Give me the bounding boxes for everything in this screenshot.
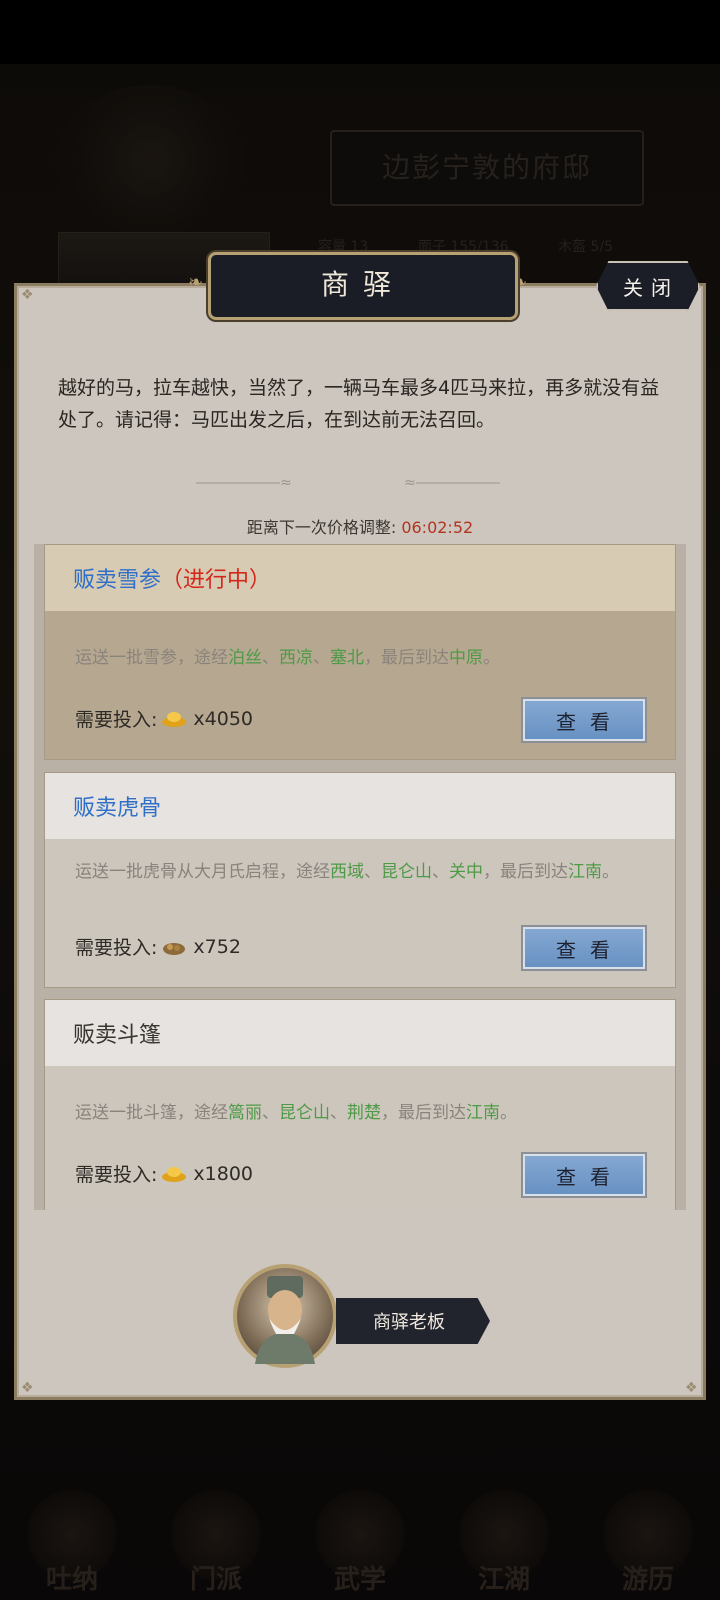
trade-card-snow-ginseng: 贩卖雪参 （进行中） 运送一批雪参，途经泊丝、西凉、塞北，最后到达中原。 需要投… [44,544,676,760]
trade-card-cloak: 贩卖斗篷 运送一批斗篷，途经篙丽、昆仑山、荆楚，最后到达江南。 需要投入: x1… [44,999,676,1210]
view-button-label: 查看 [556,709,624,734]
route-text: 、 [432,862,449,882]
timer-value: 06:02:52 [401,518,474,537]
npc-name-tag: 商驿老板 [336,1298,490,1344]
corner-ornament-icon: ❖ [21,287,34,303]
dialog-description: 越好的马，拉车越快，当然了，一辆马车最多4匹马来拉，再多就没有益处了。请记得：马… [58,377,660,431]
route-text: ，最后到达 [364,648,449,668]
route-text: ，最后到达 [483,862,568,882]
card-title: 贩卖虎骨 [73,796,162,821]
invest-row: 需要投入: x4050 [75,705,253,732]
route-place: 江南 [568,862,602,882]
timer-label: 距离下一次价格调整: [246,518,397,537]
card-route: 运送一批雪参，途经泊丝、西凉、塞北，最后到达中原。 [75,643,675,668]
divider-ornament-right: ≈―――――― [404,475,500,491]
trade-card-tiger-bone: 贩卖虎骨 运送一批虎骨从大月氏启程，途经西域、昆仑山、关中，最后到达江南。 需要… [44,772,676,988]
old-merchant-icon [255,1276,315,1364]
route-text: 。 [500,1103,517,1123]
divider-ornament-left: ――――――≈ [196,475,292,491]
invest-label: 需要投入: [75,937,158,959]
close-button-label: 关闭 [623,275,679,300]
card-body: 运送一批雪参，途经泊丝、西凉、塞北，最后到达中原。 [45,611,675,668]
route-place: 荆楚 [347,1103,381,1123]
invest-amount: x752 [193,935,241,958]
card-route: 运送一批斗篷，途经篙丽、昆仑山、荆楚，最后到达江南。 [75,1098,675,1123]
card-header: 贩卖斗篷 [45,1000,675,1066]
corner-ornament-icon: ❖ [21,1380,34,1396]
close-button[interactable]: 关闭 [596,261,700,311]
trade-list[interactable]: 贩卖雪参 （进行中） 运送一批雪参，途经泊丝、西凉、塞北，最后到达中原。 需要投… [34,544,686,1210]
invest-label: 需要投入: [75,709,158,731]
card-status: （进行中） [161,568,272,593]
card-header: 贩卖雪参 （进行中） [45,545,675,611]
view-button-label: 查看 [556,937,624,962]
dialog-title: 商驿 [320,268,405,301]
price-timer: 距离下一次价格调整: 06:02:52 [0,514,720,538]
route-text: 。 [483,648,500,668]
view-button[interactable]: 查看 [521,697,647,743]
title-wing-left-icon: ❧ [188,272,204,293]
dialog-title-plaque: 商驿 [208,252,518,320]
card-title: 贩卖斗篷 [73,1023,162,1048]
npc-name: 商驿老板 [373,1312,445,1333]
corner-ornament-icon: ❖ [685,1380,698,1396]
view-button-label: 查看 [556,1164,624,1189]
route-place: 中原 [449,648,483,668]
card-title: 贩卖雪参 [73,568,162,593]
route-place: 篙丽 [228,1103,262,1123]
gold-ingot-icon [162,711,187,727]
route-place: 西域 [330,862,364,882]
route-place: 西凉 [279,648,313,668]
route-place: 江南 [466,1103,500,1123]
view-button[interactable]: 查看 [521,1152,647,1198]
invest-amount: x4050 [193,707,254,730]
route-text: 、 [262,648,279,668]
card-header: 贩卖虎骨 [45,773,675,839]
route-text: ，最后到达 [381,1103,466,1123]
npc-avatar[interactable] [233,1264,337,1368]
invest-amount: x1800 [193,1162,254,1185]
route-text: 运送一批虎骨从大月氏启程，途经 [75,862,330,882]
route-place: 昆仑山 [381,862,432,882]
view-button[interactable]: 查看 [521,925,647,971]
route-place: 泊丝 [228,648,262,668]
card-body: 运送一批虎骨从大月氏启程，途经西域、昆仑山、关中，最后到达江南。 [45,839,635,888]
gold-ingot-icon [162,1166,187,1182]
route-place: 关中 [449,862,483,882]
route-text: 、 [262,1103,279,1123]
route-text: 。 [602,862,619,882]
invest-row: 需要投入: x1800 [75,1160,253,1187]
route-text: 运送一批雪参，途经 [75,648,228,668]
invest-label: 需要投入: [75,1164,158,1186]
ore-icon [163,942,186,955]
route-text: 、 [364,862,381,882]
route-text: 、 [330,1103,347,1123]
card-body: 运送一批斗篷，途经篙丽、昆仑山、荆楚，最后到达江南。 [45,1066,675,1123]
route-text: 运送一批斗篷，途经 [75,1103,228,1123]
route-place: 昆仑山 [279,1103,330,1123]
route-text: 、 [313,648,330,668]
route-place: 塞北 [330,648,364,668]
invest-row: 需要投入: x752 [75,933,241,960]
card-route: 运送一批虎骨从大月氏启程，途经西域、昆仑山、关中，最后到达江南。 [75,857,635,888]
